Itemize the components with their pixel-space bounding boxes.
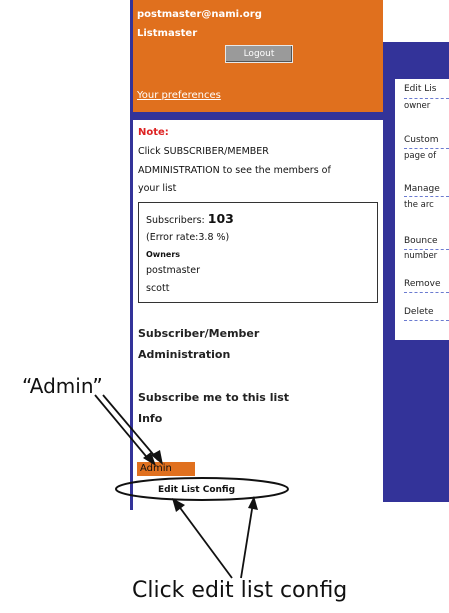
annotation-arrows	[94, 394, 289, 579]
highlight-oval	[115, 477, 289, 501]
click-arrow-line	[177, 504, 233, 579]
admin-arrow-line	[102, 394, 159, 461]
admin-arrow-line	[94, 394, 151, 462]
click-arrow-line	[240, 502, 254, 579]
